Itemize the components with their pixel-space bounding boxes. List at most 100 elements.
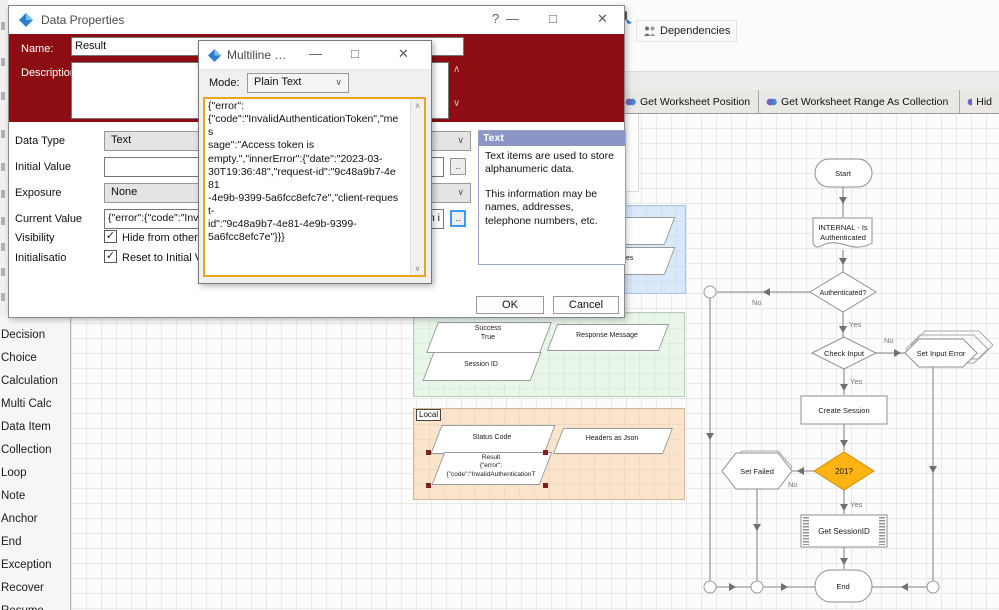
- dependencies-button[interactable]: Dependencies: [636, 20, 738, 42]
- flow-set-input-error-stage[interactable]: Set Input Error: [904, 330, 994, 368]
- name-label: Name:: [21, 43, 54, 55]
- sidebar-item-data-item[interactable]: Data Item: [0, 416, 70, 439]
- session-id-label: Session ID: [464, 361, 498, 368]
- scroll-down-icon[interactable]: ∨: [453, 98, 460, 109]
- initialisation-checkbox[interactable]: ✓: [104, 250, 117, 263]
- data-type-label: Data Type: [15, 135, 65, 147]
- sidebar-item-end[interactable]: End: [0, 531, 70, 554]
- svg-text:No: No: [788, 480, 798, 489]
- sidebar-item-loop[interactable]: Loop: [0, 462, 70, 485]
- minimize-button[interactable]: —: [506, 11, 519, 27]
- mode-select[interactable]: Plain Text ∨: [247, 73, 349, 93]
- result-label-line1: Result: [481, 454, 501, 461]
- scroll-up-icon[interactable]: ∧: [411, 101, 424, 110]
- svg-text:Yes: Yes: [850, 500, 862, 509]
- selection-handle[interactable]: [543, 483, 548, 488]
- selection-handle[interactable]: [543, 450, 548, 455]
- headers-label: Headers as Json: [585, 435, 639, 442]
- process-studio-screen: ges Success True Response Message Sessio…: [0, 0, 999, 610]
- flowchart-svg: Start INTERNAL - Is Authenticated Authen…: [703, 158, 994, 603]
- data-type-info-panel: Text Text items are used to store alphan…: [478, 130, 626, 265]
- minimize-button[interactable]: —: [309, 46, 322, 62]
- svg-text:End: End: [836, 582, 849, 591]
- flow-check-input-decision[interactable]: Check Input: [810, 336, 878, 370]
- toolbar-band: [618, 71, 999, 91]
- info-panel-title: Text: [479, 131, 625, 146]
- success-label-line2: True: [480, 333, 496, 341]
- status-code-label: Status Code: [472, 434, 512, 441]
- svg-text:Set Input Error: Set Input Error: [917, 349, 966, 358]
- close-button[interactable]: ✕: [398, 46, 409, 62]
- scroll-down-icon[interactable]: ∨: [411, 264, 424, 273]
- maximize-button[interactable]: □: [549, 11, 557, 27]
- flow-set-failed-stage[interactable]: Set Failed: [721, 450, 793, 490]
- cancel-button[interactable]: Cancel: [553, 296, 619, 314]
- page-icon: [766, 98, 777, 105]
- svg-text:Authenticated: Authenticated: [820, 233, 866, 242]
- visibility-label: Visibility: [15, 232, 55, 244]
- svg-text:Start: Start: [835, 169, 852, 178]
- multiline-text-content: {"error": {"code":"InvalidAuthentication…: [208, 100, 399, 244]
- success-label-line1: Success: [474, 325, 502, 332]
- sidebar-item-choice[interactable]: Choice: [0, 347, 70, 370]
- current-value-browse-button[interactable]: ..: [450, 210, 466, 227]
- svg-text:Yes: Yes: [849, 320, 861, 329]
- svg-text:No: No: [884, 336, 894, 345]
- popup-titlebar[interactable]: Multiline … — □ ✕: [199, 41, 431, 70]
- svg-text:Yes: Yes: [850, 377, 862, 386]
- sidebar-item-calculation[interactable]: Calculation: [0, 370, 70, 393]
- sidebar-item-note[interactable]: Note: [0, 485, 70, 508]
- local-region-tag: Local: [416, 409, 442, 421]
- initial-value-label: Initial Value: [15, 161, 72, 173]
- flow-get-sessionid-stage[interactable]: Get SessionID: [800, 514, 888, 548]
- flow-authenticated-decision[interactable]: Authenticated?: [809, 271, 877, 313]
- response-message-label: Response Message: [576, 332, 638, 339]
- page-icon: [967, 98, 973, 105]
- multiline-text-editor[interactable]: {"error": {"code":"InvalidAuthentication…: [203, 97, 426, 277]
- svg-text:Create Session: Create Session: [818, 406, 869, 415]
- svg-text:Get SessionID: Get SessionID: [818, 527, 870, 536]
- sidebar-item-resume[interactable]: Resume: [0, 600, 70, 610]
- sidebar-item-anchor[interactable]: Anchor: [0, 508, 70, 531]
- selection-handle[interactable]: [426, 450, 431, 455]
- visibility-checkbox[interactable]: ✓: [104, 230, 117, 243]
- chevron-down-icon: ∨: [335, 77, 342, 87]
- tab-hidden-cut[interactable]: Hid: [960, 90, 999, 113]
- initial-value-browse-button[interactable]: ..: [450, 158, 466, 175]
- ok-button[interactable]: OK: [476, 296, 544, 314]
- maximize-button[interactable]: □: [351, 46, 359, 62]
- toolbox-sidebar: Decision Choice Calculation Multi Calc D…: [0, 316, 70, 610]
- blue-prism-icon: [19, 13, 33, 27]
- svg-text:Authenticated?: Authenticated?: [820, 290, 867, 297]
- svg-text:201?: 201?: [835, 467, 853, 476]
- help-button[interactable]: ?: [492, 11, 499, 27]
- sidebar-item-recover[interactable]: Recover: [0, 577, 70, 600]
- page-icon: [625, 98, 636, 105]
- sidebar-item-decision[interactable]: Decision: [0, 324, 70, 347]
- mode-label: Mode:: [209, 77, 240, 89]
- result-label-line3: {"code":"InvalidAuthenticationT: [446, 470, 536, 478]
- flow-create-session-stage[interactable]: Create Session: [800, 395, 888, 425]
- tab-get-worksheet-range-as-collection[interactable]: Get Worksheet Range As Collection: [759, 90, 960, 113]
- exposure-label: Exposure: [15, 187, 62, 199]
- flow-start-stage[interactable]: Start: [814, 158, 873, 188]
- textarea-scrollbar[interactable]: ∧ ∨: [410, 99, 424, 275]
- flow-201-decision[interactable]: 201?: [813, 451, 875, 491]
- svg-text:No: No: [752, 298, 762, 307]
- sidebar-item-exception[interactable]: Exception: [0, 554, 70, 577]
- flow-internal-page-stage[interactable]: INTERNAL - Is Authenticated: [812, 217, 873, 248]
- sidebar-clipped-icons: [0, 0, 8, 316]
- dialog-title: Data Properties: [41, 13, 125, 27]
- sidebar-item-multi-calc[interactable]: Multi Calc: [0, 393, 70, 416]
- multiline-editor-popup: Multiline … — □ ✕ Mode: Plain Text ∨ {"e…: [198, 40, 432, 284]
- svg-text:Set Failed: Set Failed: [740, 467, 774, 476]
- tab-get-worksheet-position[interactable]: Get Worksheet Position: [618, 90, 759, 113]
- data-item-fragment-label: ges: [622, 255, 634, 262]
- flow-end-stage[interactable]: End: [814, 569, 873, 603]
- scroll-up-icon[interactable]: ∧: [453, 64, 460, 75]
- sidebar-item-collection[interactable]: Collection: [0, 439, 70, 462]
- page-tab-bar: Get Worksheet Position Get Worksheet Ran…: [618, 90, 999, 114]
- selection-handle[interactable]: [426, 483, 431, 488]
- close-button[interactable]: ✕: [597, 11, 608, 27]
- dialog-titlebar[interactable]: Data Properties ? — □ ✕: [9, 6, 624, 34]
